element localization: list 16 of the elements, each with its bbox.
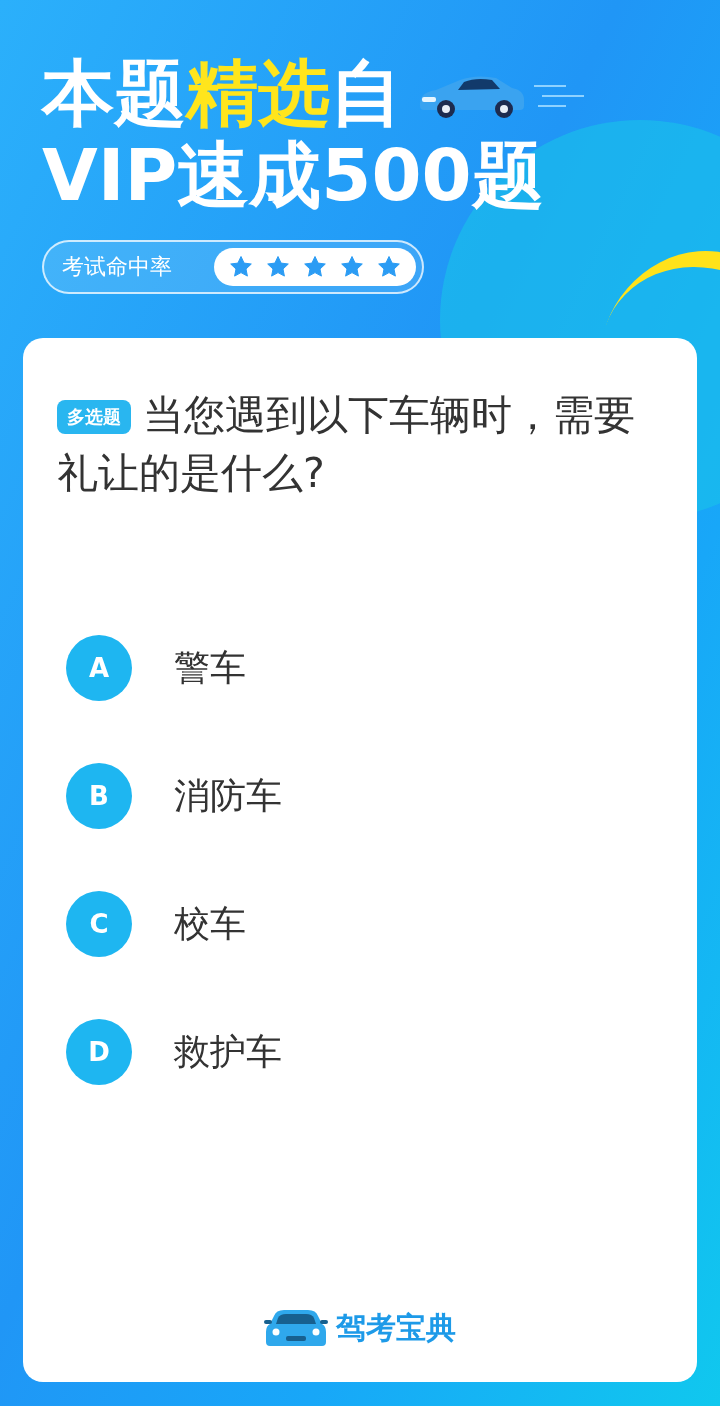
question-text: 多选题 当您遇到以下车辆时，需要礼让的是什么?	[57, 390, 636, 499]
rating-label: 考试命中率	[62, 253, 172, 281]
question-type-badge: 多选题	[57, 400, 131, 434]
star-icon	[377, 255, 401, 279]
option-text[interactable]: 消防车	[174, 771, 282, 821]
headline-text: 精选	[186, 51, 330, 135]
headline-text: VIP速成500题	[42, 133, 544, 217]
brand-name: 驾考宝典	[336, 1308, 456, 1347]
star-icon	[340, 255, 364, 279]
star-icon	[303, 255, 327, 279]
option-text[interactable]: 警车	[174, 643, 246, 693]
star-icon	[266, 255, 290, 279]
option-text[interactable]: 救护车	[174, 1027, 282, 1077]
headline-text: 自	[330, 51, 402, 135]
star-icon	[229, 255, 253, 279]
option-text[interactable]: 校车	[174, 899, 246, 949]
